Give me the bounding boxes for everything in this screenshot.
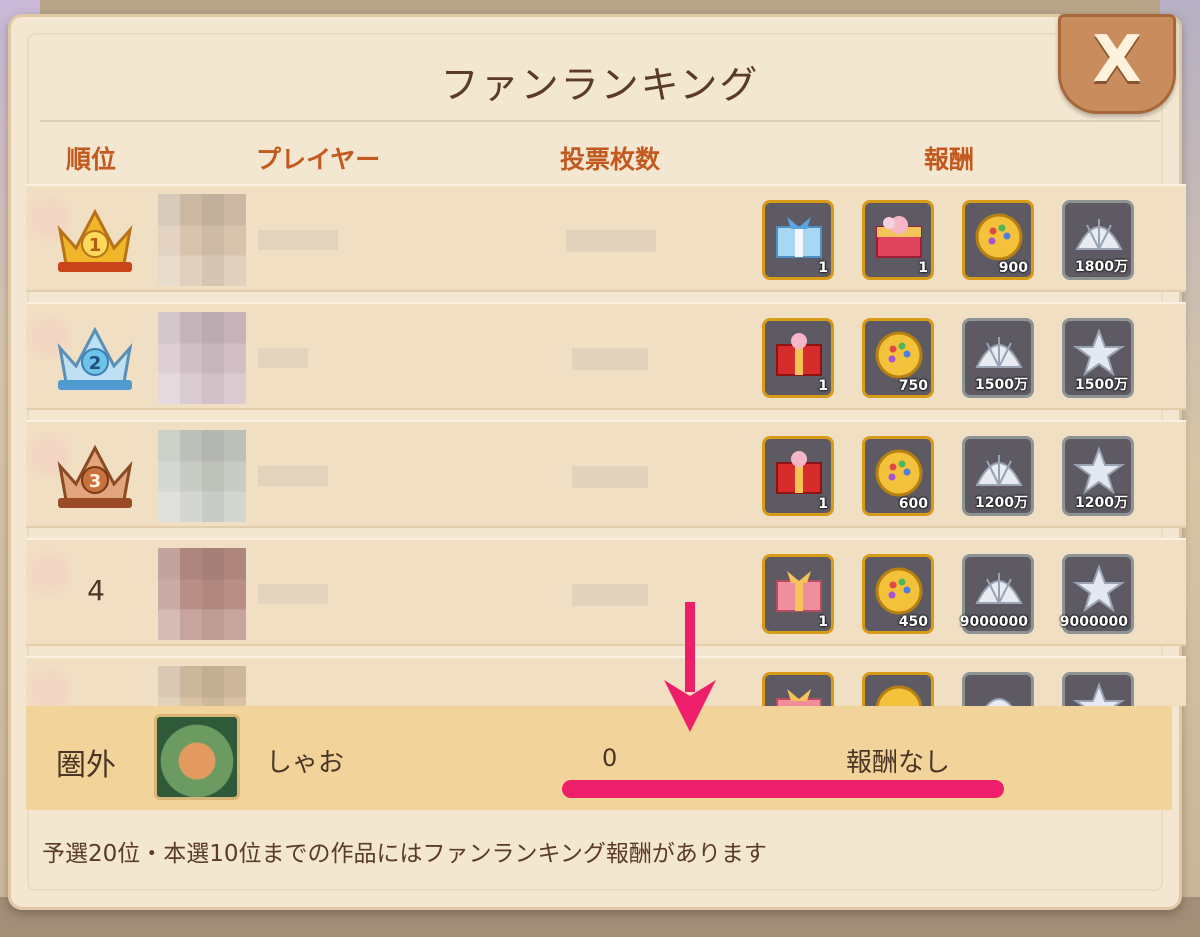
column-header-rank: 順位 bbox=[66, 145, 117, 174]
gold-palette-coin-icon bbox=[875, 685, 923, 706]
reward-count: 1500万 bbox=[975, 377, 1028, 393]
reward-count: 1200万 bbox=[975, 495, 1028, 511]
bronze-crown-icon: 3 bbox=[57, 444, 133, 508]
reward-count: 1500万 bbox=[1075, 377, 1128, 393]
ranking-row-4[interactable]: 4 1 450 9000000 9000000 bbox=[26, 538, 1186, 646]
reward-item[interactable]: 1 bbox=[862, 200, 934, 280]
player-name-redacted bbox=[258, 584, 328, 604]
reward-item[interactable]: 9000000 bbox=[959, 554, 1034, 634]
vote-count-redacted bbox=[572, 348, 648, 370]
reward-count: 1 bbox=[818, 614, 828, 630]
silver-shell-icon bbox=[975, 337, 1023, 368]
pink-flower-gift-box-icon bbox=[876, 216, 922, 258]
pink-gift-box-icon bbox=[776, 571, 822, 612]
reward-count: 1 bbox=[918, 260, 928, 276]
my-rank-label: 圏外 bbox=[56, 748, 116, 783]
reward-item[interactable]: 1200万 bbox=[1062, 436, 1134, 516]
flower-decoration bbox=[26, 664, 76, 706]
reward-item[interactable]: 450 bbox=[862, 554, 934, 634]
reward-item[interactable] bbox=[862, 672, 934, 706]
blue-gift-box-icon bbox=[776, 217, 822, 258]
my-vote-count: 0 bbox=[602, 744, 618, 772]
reward-count: 1 bbox=[818, 260, 828, 276]
silver-star-icon bbox=[1073, 564, 1125, 613]
reward-count: 1 bbox=[818, 496, 828, 512]
player-avatar[interactable] bbox=[158, 312, 246, 404]
player-avatar[interactable] bbox=[158, 666, 246, 706]
reward-item[interactable]: 750 bbox=[862, 318, 934, 398]
column-header-reward: 報酬 bbox=[924, 145, 975, 174]
gold-crown-icon: 1 bbox=[57, 208, 133, 272]
gold-palette-coin-icon bbox=[975, 213, 1023, 261]
close-icon: X bbox=[1092, 23, 1142, 97]
column-header-player: プレイヤー bbox=[256, 145, 381, 174]
ranking-row-1[interactable]: 1 1 1 900 1800万 bbox=[26, 184, 1186, 292]
silver-star-icon bbox=[1073, 682, 1125, 706]
silver-shell-icon bbox=[1075, 219, 1123, 250]
ranking-row-2[interactable]: 2 1 750 1500万 1500万 bbox=[26, 302, 1186, 410]
reward-count: 9000000 bbox=[959, 614, 1028, 630]
rank-number: 4 bbox=[87, 574, 105, 607]
reward-count: 9000000 bbox=[1059, 614, 1128, 630]
my-reward-status: 報酬なし bbox=[846, 748, 951, 778]
my-player-name: しゃお bbox=[266, 748, 345, 778]
ranking-row-3[interactable]: 3 1 600 1200万 1200万 bbox=[26, 420, 1186, 528]
silver-star-icon bbox=[1073, 446, 1125, 495]
player-avatar[interactable] bbox=[158, 194, 246, 286]
crown-rank-number: 1 bbox=[89, 235, 102, 256]
player-avatar[interactable] bbox=[158, 548, 246, 640]
annotation-underline bbox=[562, 780, 1004, 798]
silver-shell-icon bbox=[985, 698, 1013, 706]
my-avatar[interactable] bbox=[154, 714, 240, 800]
reward-item[interactable]: 1500万 bbox=[962, 318, 1034, 398]
reward-count: 1800万 bbox=[1075, 259, 1128, 275]
silver-shell-icon bbox=[975, 455, 1023, 486]
gift-box-icon bbox=[776, 689, 822, 706]
reward-count: 750 bbox=[898, 378, 928, 394]
reward-item[interactable]: 1500万 bbox=[1062, 318, 1134, 398]
silver-shell-icon bbox=[975, 573, 1023, 604]
reward-item[interactable] bbox=[962, 672, 1034, 706]
reward-item[interactable]: 600 bbox=[862, 436, 934, 516]
ranking-list[interactable]: 1 1 1 900 1800万 2 1 750 1500万 1500万 3 1 … bbox=[26, 184, 1186, 706]
column-header-votes: 投票枚数 bbox=[560, 145, 661, 174]
vote-count-redacted bbox=[572, 466, 648, 488]
close-button[interactable]: X bbox=[1058, 14, 1176, 114]
red-gift-box-icon bbox=[776, 451, 822, 494]
crown-rank-number: 2 bbox=[89, 353, 102, 374]
vote-count-redacted bbox=[572, 584, 648, 606]
reward-item[interactable]: 1800万 bbox=[1062, 200, 1134, 280]
red-gift-box-icon bbox=[776, 333, 822, 376]
player-name-redacted bbox=[258, 230, 338, 250]
gold-palette-coin-icon bbox=[875, 567, 923, 615]
player-name-redacted bbox=[258, 466, 328, 486]
reward-count: 1 bbox=[818, 378, 828, 394]
gold-palette-coin-icon bbox=[875, 331, 923, 379]
reward-count: 600 bbox=[898, 496, 928, 512]
crown-rank-number: 3 bbox=[89, 471, 102, 492]
reward-info-note: 予選20位・本選10位までの作品にはファンランキング報酬があります bbox=[42, 841, 767, 867]
player-name-redacted bbox=[258, 348, 308, 368]
ranking-row-5[interactable] bbox=[26, 656, 1186, 706]
silver-crown-icon: 2 bbox=[57, 326, 133, 390]
reward-item[interactable]: 1200万 bbox=[962, 436, 1034, 516]
vote-count-redacted bbox=[566, 230, 656, 252]
silver-star-icon bbox=[1073, 328, 1125, 377]
reward-item[interactable]: 1 bbox=[762, 200, 834, 280]
reward-count: 900 bbox=[998, 260, 1028, 276]
title-divider bbox=[40, 120, 1160, 122]
reward-count: 450 bbox=[898, 614, 928, 630]
panel-title: ファンランキング bbox=[440, 63, 760, 107]
reward-count: 1200万 bbox=[1075, 495, 1128, 511]
gold-palette-coin-icon bbox=[875, 449, 923, 497]
reward-item[interactable] bbox=[762, 672, 834, 706]
reward-item[interactable]: 1 bbox=[762, 318, 834, 398]
reward-item[interactable]: 1 bbox=[762, 554, 834, 634]
reward-item[interactable]: 900 bbox=[962, 200, 1034, 280]
reward-item[interactable]: 9000000 bbox=[1059, 554, 1134, 634]
reward-item[interactable] bbox=[1062, 672, 1134, 706]
player-avatar[interactable] bbox=[158, 430, 246, 522]
reward-item[interactable]: 1 bbox=[762, 436, 834, 516]
annotation-arrow-icon bbox=[664, 602, 716, 732]
